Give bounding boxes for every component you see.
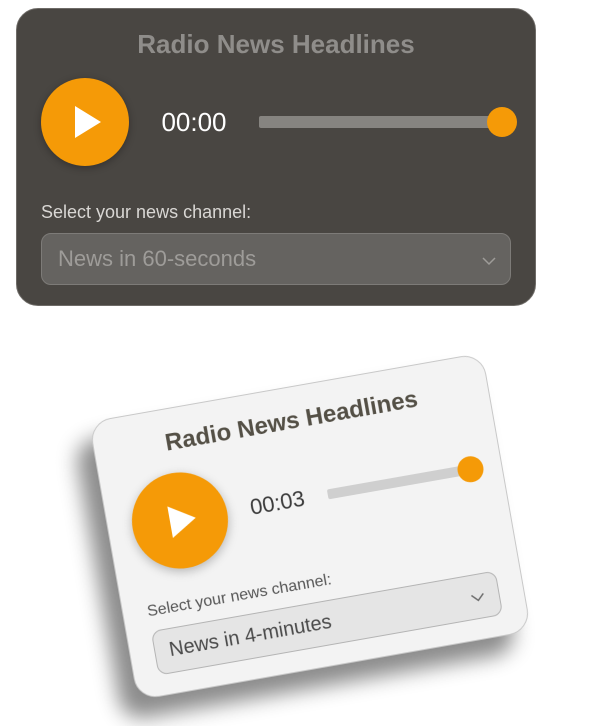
play-icon xyxy=(75,106,101,138)
chevron-down-icon xyxy=(469,584,487,609)
channel-select[interactable]: News in 60-seconds xyxy=(41,233,511,285)
play-button[interactable] xyxy=(124,465,235,576)
selected-option: News in 4-minutes xyxy=(167,611,333,661)
player-title: Radio News Headlines xyxy=(41,29,511,60)
volume-slider[interactable] xyxy=(325,455,479,507)
play-icon xyxy=(167,502,198,538)
play-button[interactable] xyxy=(41,78,129,166)
audio-player-dark: Radio News Headlines 00:00 Select your n… xyxy=(16,8,536,306)
slider-track xyxy=(327,463,478,499)
slider-thumb[interactable] xyxy=(487,107,517,137)
selected-option: News in 60-seconds xyxy=(58,246,256,271)
slider-thumb[interactable] xyxy=(455,454,485,484)
controls-row: 00:00 xyxy=(41,78,511,166)
audio-player-light-wrap: Radio News Headlines 00:03 Select your n… xyxy=(88,352,531,700)
channel-select-label: Select your news channel: xyxy=(41,202,511,223)
slider-track xyxy=(259,116,511,128)
time-display: 00:03 xyxy=(241,484,314,522)
chevron-down-icon xyxy=(482,246,496,272)
audio-player-light: Radio News Headlines 00:03 Select your n… xyxy=(88,352,531,700)
time-display: 00:00 xyxy=(149,107,239,138)
volume-slider[interactable] xyxy=(259,109,511,135)
